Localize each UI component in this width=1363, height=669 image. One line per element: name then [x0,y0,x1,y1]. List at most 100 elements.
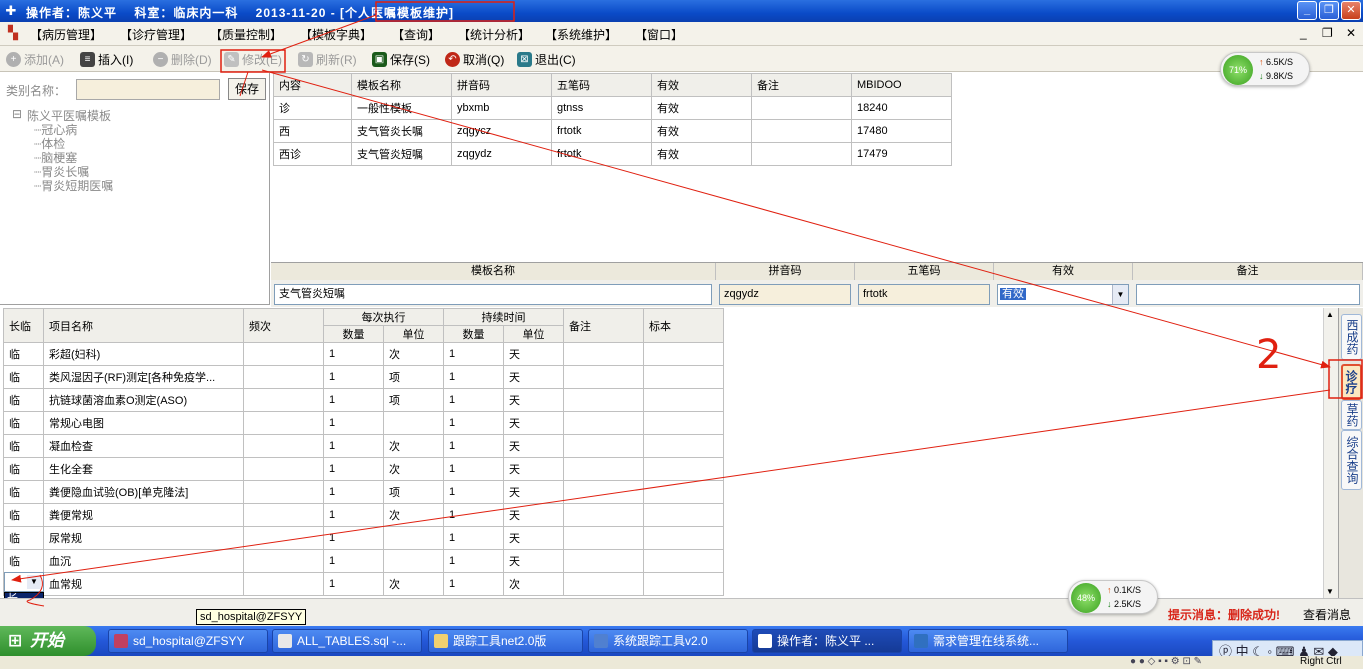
cell[interactable]: 粪便常规 [43,503,244,527]
cell[interactable]: 支气管炎短嘱 [351,142,452,166]
table-row[interactable]: 血常规 1 次 1 次 [3,572,724,596]
cell[interactable]: 次 [503,572,564,596]
cell[interactable] [243,457,324,481]
cell[interactable]: 1 [323,342,384,366]
chevron-down-icon[interactable]: ▼ [1112,285,1128,304]
tab-herbal[interactable]: 草药 [1341,400,1362,430]
menu-item-quality[interactable]: 【质量控制】 [210,26,282,43]
cell[interactable] [643,434,724,458]
table-row[interactable]: 临彩超(妇科) 1 次 1 天 [3,342,724,366]
cell[interactable]: 有效 [651,119,752,143]
cell[interactable]: 天 [503,480,564,504]
cell[interactable]: 血沉 [43,549,244,573]
col-frequency[interactable]: 频次 [243,308,324,343]
scroll-up-icon[interactable]: ▲ [1326,310,1334,319]
tab-comprehensive-query[interactable]: 综合查询 [1341,430,1362,490]
col-order-type[interactable]: 长临 [3,308,44,343]
table-row[interactable]: 临抗链球菌溶血素O测定(ASO) 1 项 1 天 [3,388,724,412]
cell[interactable]: 天 [503,549,564,573]
cell[interactable] [243,549,324,573]
taskbar-item-active[interactable]: 操作者：陈义平 ... [752,629,902,653]
cell[interactable]: 1 [323,480,384,504]
cell[interactable]: 血常规 [43,572,244,596]
col-specimen[interactable]: 标本 [643,308,724,343]
cell[interactable]: 诊 [273,96,352,120]
cell[interactable]: 次 [383,342,444,366]
cell[interactable] [243,480,324,504]
cell[interactable] [243,388,324,412]
cell[interactable]: 1 [323,434,384,458]
menu-item-query[interactable]: 【查询】 [392,26,440,43]
cell[interactable]: 1 [443,526,504,550]
mdi-restore-icon[interactable]: ❐ [1322,26,1333,40]
cell[interactable] [643,342,724,366]
cancel-button[interactable]: ↶ 取消(Q) [445,50,504,68]
cell[interactable]: 1 [443,411,504,435]
order-type-select[interactable]: ▼ [4,572,44,592]
taskbar-item[interactable]: 跟踪工具net2.0版 [428,629,583,653]
cell[interactable] [563,342,644,366]
cell[interactable]: 抗链球菌溶血素O测定(ASO) [43,388,244,412]
cell[interactable]: 支气管炎长嘱 [351,119,452,143]
cell[interactable]: 项 [383,480,444,504]
add-button[interactable]: + 添加(A) [6,50,64,68]
taskbar-item[interactable]: sd_hospital@ZFSYY [108,629,268,653]
cell[interactable]: 项 [383,388,444,412]
cell[interactable]: 西诊 [273,142,352,166]
cell[interactable]: frtotk [551,142,652,166]
cell[interactable]: 1 [443,457,504,481]
cell[interactable]: 18240 [851,96,952,120]
cell[interactable] [643,388,724,412]
cell[interactable] [383,549,444,573]
col-each-unit[interactable]: 单位 [383,325,444,343]
cell[interactable]: 临 [3,503,44,527]
col-item-name[interactable]: 项目名称 [43,308,244,343]
cell[interactable]: 有效 [651,142,752,166]
table-row[interactable]: 西诊 支气管炎短嘱 zqgydz frtotk 有效 17479 [273,142,952,166]
cell[interactable] [563,503,644,527]
delete-button[interactable]: − 删除(D) [153,50,212,68]
col-pinyin[interactable]: 拼音码 [451,73,552,97]
table-row[interactable]: 临粪便隐血试验(OB)[单克隆法] 1 项 1 天 [3,480,724,504]
cell[interactable]: 天 [503,457,564,481]
cell[interactable] [563,411,644,435]
col-mbid[interactable]: MBIDOO [851,73,952,97]
cell[interactable]: 1 [443,434,504,458]
menu-item-template-dict[interactable]: 【模板字典】 [300,26,372,43]
table-row[interactable]: 临类风湿因子(RF)测定[各种免疫学... 1 项 1 天 [3,365,724,389]
cell[interactable] [383,526,444,550]
category-name-input[interactable] [76,79,220,100]
cell[interactable]: 1 [443,503,504,527]
cell[interactable]: 1 [443,365,504,389]
cell[interactable] [563,388,644,412]
chevron-down-icon[interactable]: ▼ [27,575,41,589]
cell[interactable]: 临 [3,549,44,573]
cell[interactable] [243,434,324,458]
cell[interactable]: 凝血检查 [43,434,244,458]
cell[interactable]: 尿常规 [43,526,244,550]
scroll-down-icon[interactable]: ▼ [1326,587,1334,596]
cell[interactable]: 天 [503,526,564,550]
cell[interactable] [643,457,724,481]
cell[interactable]: 1 [323,503,384,527]
cell[interactable]: 一般性模板 [351,96,452,120]
vertical-scrollbar[interactable]: ▲ ▼ [1323,308,1338,598]
refresh-button[interactable]: ↻ 刷新(R) [298,50,357,68]
cell[interactable] [243,526,324,550]
cell[interactable] [243,342,324,366]
template-name-input[interactable]: 支气管炎短嘱 [274,284,712,305]
table-row[interactable]: 西支气管炎长嘱 zqgycz frtotk 有效 17480 [273,119,952,143]
cell[interactable]: 天 [503,411,564,435]
table-row[interactable]: 临生化全套 1 次 1 天 [3,457,724,481]
edit-button[interactable]: ✎ 修改(E) [224,50,282,68]
cell[interactable] [243,572,324,596]
col-remark[interactable]: 备注 [751,73,852,97]
table-row[interactable]: 临凝血检查 1 次 1 天 [3,434,724,458]
minimize-button[interactable]: _ [1297,1,1317,20]
exit-button[interactable]: ⊠ 退出(C) [517,50,576,68]
cell[interactable] [243,503,324,527]
cell[interactable]: 天 [503,342,564,366]
col-dur-unit[interactable]: 单位 [503,325,564,343]
cell[interactable] [243,411,324,435]
valid-select[interactable]: 有效 ▼ [997,284,1129,305]
